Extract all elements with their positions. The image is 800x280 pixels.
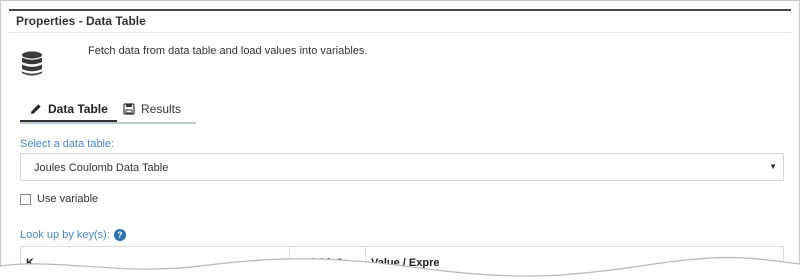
use-variable-checkbox[interactable]	[20, 193, 31, 205]
use-variable-row: Use variable	[20, 193, 98, 205]
use-variable-label: Use variable	[37, 193, 99, 205]
tab-results[interactable]: Results	[123, 98, 203, 120]
pencil-icon	[31, 104, 41, 114]
tab-bar: Data Table Results	[20, 98, 196, 124]
lookup-keys-label: Look up by key(s): ?	[20, 229, 126, 241]
panel-title: Properties - Data Table	[16, 14, 146, 28]
torn-edge	[0, 256, 800, 280]
lookup-keys-text: Look up by key(s):	[20, 229, 110, 241]
data-table-select[interactable]: Joules Coulomb Data Table ▼	[20, 153, 784, 181]
select-data-table-label: Select a data table:	[20, 138, 115, 150]
data-table-select-value: Joules Coulomb Data Table	[34, 162, 169, 174]
help-icon[interactable]: ?	[113, 229, 126, 241]
description-text: Fetch data from data table and load valu…	[88, 45, 368, 57]
database-icon	[22, 51, 42, 76]
title-divider	[9, 32, 791, 33]
save-icon	[123, 103, 135, 115]
properties-panel: Properties - Data Table Fetch data from …	[0, 0, 800, 279]
tab-data-table[interactable]: Data Table	[20, 98, 117, 122]
chevron-down-icon: ▼	[769, 162, 777, 171]
tab-data-table-label: Data Table	[48, 102, 108, 116]
tab-results-label: Results	[141, 102, 182, 116]
top-divider	[9, 9, 791, 11]
